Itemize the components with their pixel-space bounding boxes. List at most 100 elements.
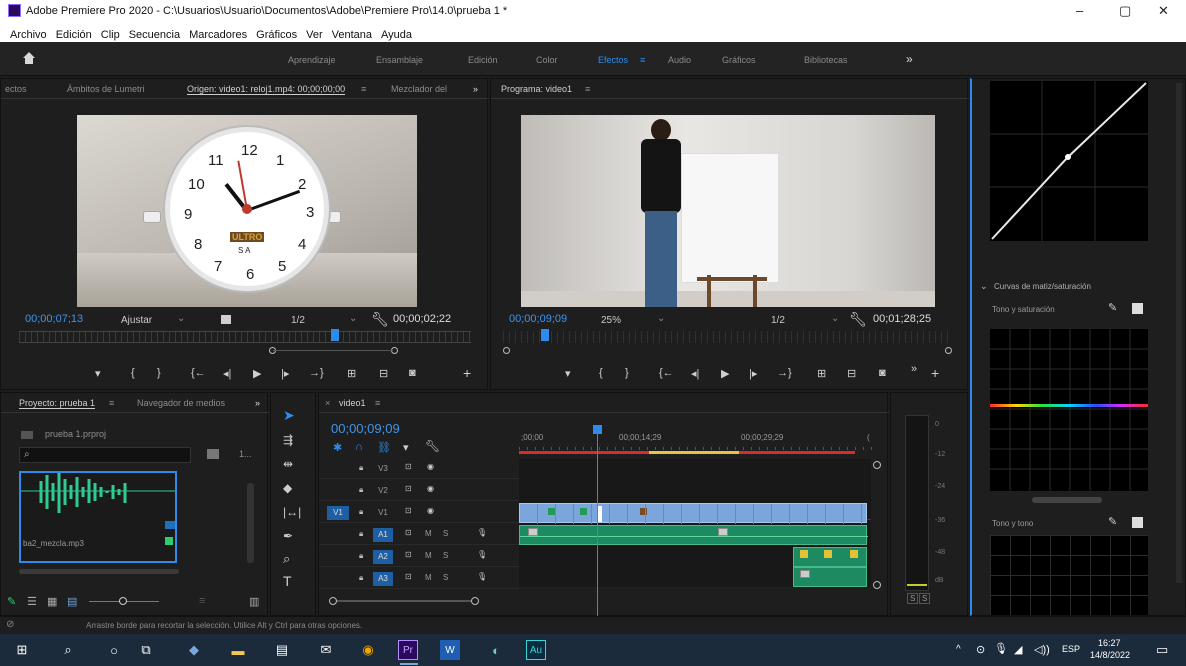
track-name-a3[interactable]: A3 [373, 572, 393, 586]
track-select-tool-icon[interactable]: ⇶ [283, 433, 293, 447]
timeline-playhead[interactable] [593, 425, 602, 621]
step-forward-icon[interactable]: |▸ [281, 367, 289, 380]
program-wrench-icon[interactable]: 🔧︎ [849, 311, 867, 328]
overwrite-icon[interactable]: ⊟ [379, 367, 388, 380]
search-icon[interactable]: ⌕ [58, 640, 78, 660]
mute-button[interactable]: M [425, 573, 432, 582]
track-lock-icon[interactable]: 🔒︎ [359, 463, 363, 473]
ws-color[interactable]: Color [536, 55, 558, 65]
timeline-hscroll[interactable] [337, 600, 471, 602]
tray-update-icon[interactable]: ⊙ [976, 643, 985, 656]
program-play-icon[interactable]: ▶ [721, 367, 729, 380]
maximize-button[interactable]: ▢ [1119, 3, 1131, 19]
tab-lumetri-scopes[interactable]: Ámbitos de Lumetri [67, 84, 145, 94]
add-button-icon[interactable]: + [463, 365, 471, 381]
slip-tool-icon[interactable]: |↔| [283, 505, 301, 519]
mute-button[interactable]: M [425, 529, 432, 538]
new-item-icon[interactable]: ▥ [249, 595, 259, 608]
go-to-out-icon[interactable]: →} [309, 367, 324, 379]
project-vscroll[interactable] [247, 483, 254, 563]
insert-icon[interactable]: ⊞ [347, 367, 356, 380]
track-lock-icon[interactable]: 🔒︎ [359, 507, 363, 517]
audio-clip-a3[interactable] [793, 567, 867, 587]
ws-more-button[interactable]: » [906, 52, 913, 66]
timeline-settings-icon[interactable]: 🔧︎ [425, 439, 440, 453]
ws-bibliotecas[interactable]: Bibliotecas [804, 55, 848, 65]
menu-archivo[interactable]: Archivo [10, 29, 47, 41]
eye-icon[interactable]: ◉ [427, 484, 434, 493]
source-patch-v3[interactable] [327, 462, 349, 476]
eyedropper-2-icon[interactable]: ✎ [1108, 515, 1117, 528]
solo-button[interactable]: S [443, 529, 448, 538]
voiceover-mic-icon[interactable]: 🎙︎ [477, 550, 487, 559]
tab-program[interactable]: Programa: video1 [501, 84, 572, 94]
solo-right-button[interactable]: S [919, 593, 931, 604]
linked-selection-icon[interactable]: ⛓ [377, 441, 391, 454]
new-bin-icon[interactable] [207, 449, 219, 459]
voiceover-mic-icon[interactable]: 🎙︎ [477, 572, 487, 581]
track-lock-icon[interactable]: 🔒︎ [359, 529, 363, 539]
program-panel-menu[interactable]: ≡ [585, 84, 590, 94]
pen-tool-icon[interactable]: ✒ [283, 529, 293, 543]
track-name-v1[interactable]: V1 [373, 506, 393, 520]
tab-media-browser[interactable]: Navegador de medios [137, 398, 225, 408]
chrome-icon[interactable]: ◉ [358, 640, 378, 660]
snap-icon[interactable]: ∩ [355, 441, 363, 453]
zoom-dropdown[interactable]: 25% [601, 315, 621, 326]
menu-ventana[interactable]: Ventana [332, 29, 372, 41]
program-step-back-icon[interactable]: ◂| [691, 367, 699, 380]
source-patch-v2[interactable] [327, 484, 349, 498]
mail-icon[interactable]: ✉ [316, 640, 336, 660]
extract-icon[interactable]: ⊟ [847, 367, 856, 380]
clock-time[interactable]: 16:27 [1098, 638, 1121, 648]
menu-clip[interactable]: Clip [101, 29, 120, 41]
list-view-icon[interactable]: ☰ [27, 595, 37, 608]
zoom-chevron-icon[interactable]: ⌄ [657, 313, 665, 324]
voiceover-mic-icon[interactable]: 🎙︎ [477, 528, 487, 537]
menu-graficos[interactable]: Gráficos [256, 29, 297, 41]
track-lock-icon[interactable]: 🔒︎ [359, 551, 363, 561]
program-resolution[interactable]: 1/2 [771, 315, 785, 326]
nest-icon[interactable]: ✱ [333, 441, 342, 454]
track-lock-icon[interactable]: 🔒︎ [359, 485, 363, 495]
resolution-chevron-icon[interactable]: ⌄ [349, 313, 357, 324]
menu-ayuda[interactable]: Ayuda [381, 29, 412, 41]
timeline-close-icon[interactable]: × [325, 398, 330, 408]
microphone-icon[interactable]: 🎙︎ [994, 642, 1008, 655]
program-resolution-chevron-icon[interactable]: ⌄ [831, 313, 839, 324]
hue-sat-curves-title[interactable]: Curvas de matiz/saturación [994, 282, 1091, 291]
video-clip-v1[interactable] [519, 503, 868, 524]
network-icon[interactable]: ◢ [1014, 643, 1022, 656]
source-playhead[interactable] [331, 329, 339, 341]
menu-secuencia[interactable]: Secuencia [129, 29, 180, 41]
tab-sequence[interactable]: video1 [339, 398, 366, 408]
home-icon[interactable] [22, 51, 36, 65]
audition-taskbar-icon[interactable]: Au [526, 640, 546, 660]
tab-effects[interactable]: ectos [5, 84, 27, 94]
vscroll-handle-top[interactable] [873, 461, 881, 469]
volume-icon[interactable]: ◁)) [1034, 643, 1050, 656]
type-tool-icon[interactable]: T [283, 573, 292, 589]
notifications-icon[interactable]: ▭ [1156, 642, 1168, 658]
eye-icon[interactable]: ◉ [427, 462, 434, 471]
photos-icon[interactable]: ◐ [486, 640, 506, 660]
premiere-taskbar-icon[interactable]: Pr [398, 640, 418, 660]
track-lock-icon[interactable]: 🔒︎ [359, 573, 363, 583]
ripple-edit-tool-icon[interactable]: ⇹ [283, 457, 293, 471]
cortana-icon[interactable]: ○ [104, 640, 124, 660]
teams-icon[interactable]: ◆ [184, 640, 204, 660]
audio-thumbnail[interactable]: ba2_mezcla.mp3 [19, 471, 177, 563]
curve2-checkbox[interactable] [1132, 517, 1143, 528]
ws-edicion[interactable]: Edición [468, 55, 498, 65]
lumetri-vscroll[interactable] [1176, 83, 1182, 583]
program-go-in-icon[interactable]: {← [659, 367, 674, 379]
solo-button[interactable]: S [443, 573, 448, 582]
ws-graficos[interactable]: Gráficos [722, 55, 756, 65]
track-name-v2[interactable]: V2 [373, 484, 393, 498]
clock-date[interactable]: 14/8/2022 [1090, 650, 1130, 660]
mute-button[interactable]: M [425, 551, 432, 560]
program-add-button-icon[interactable]: + [931, 365, 939, 381]
add-marker-icon[interactable]: ▾ [95, 367, 101, 380]
track-name-a1[interactable]: A1 [373, 528, 393, 542]
project-hscroll[interactable] [19, 569, 179, 574]
